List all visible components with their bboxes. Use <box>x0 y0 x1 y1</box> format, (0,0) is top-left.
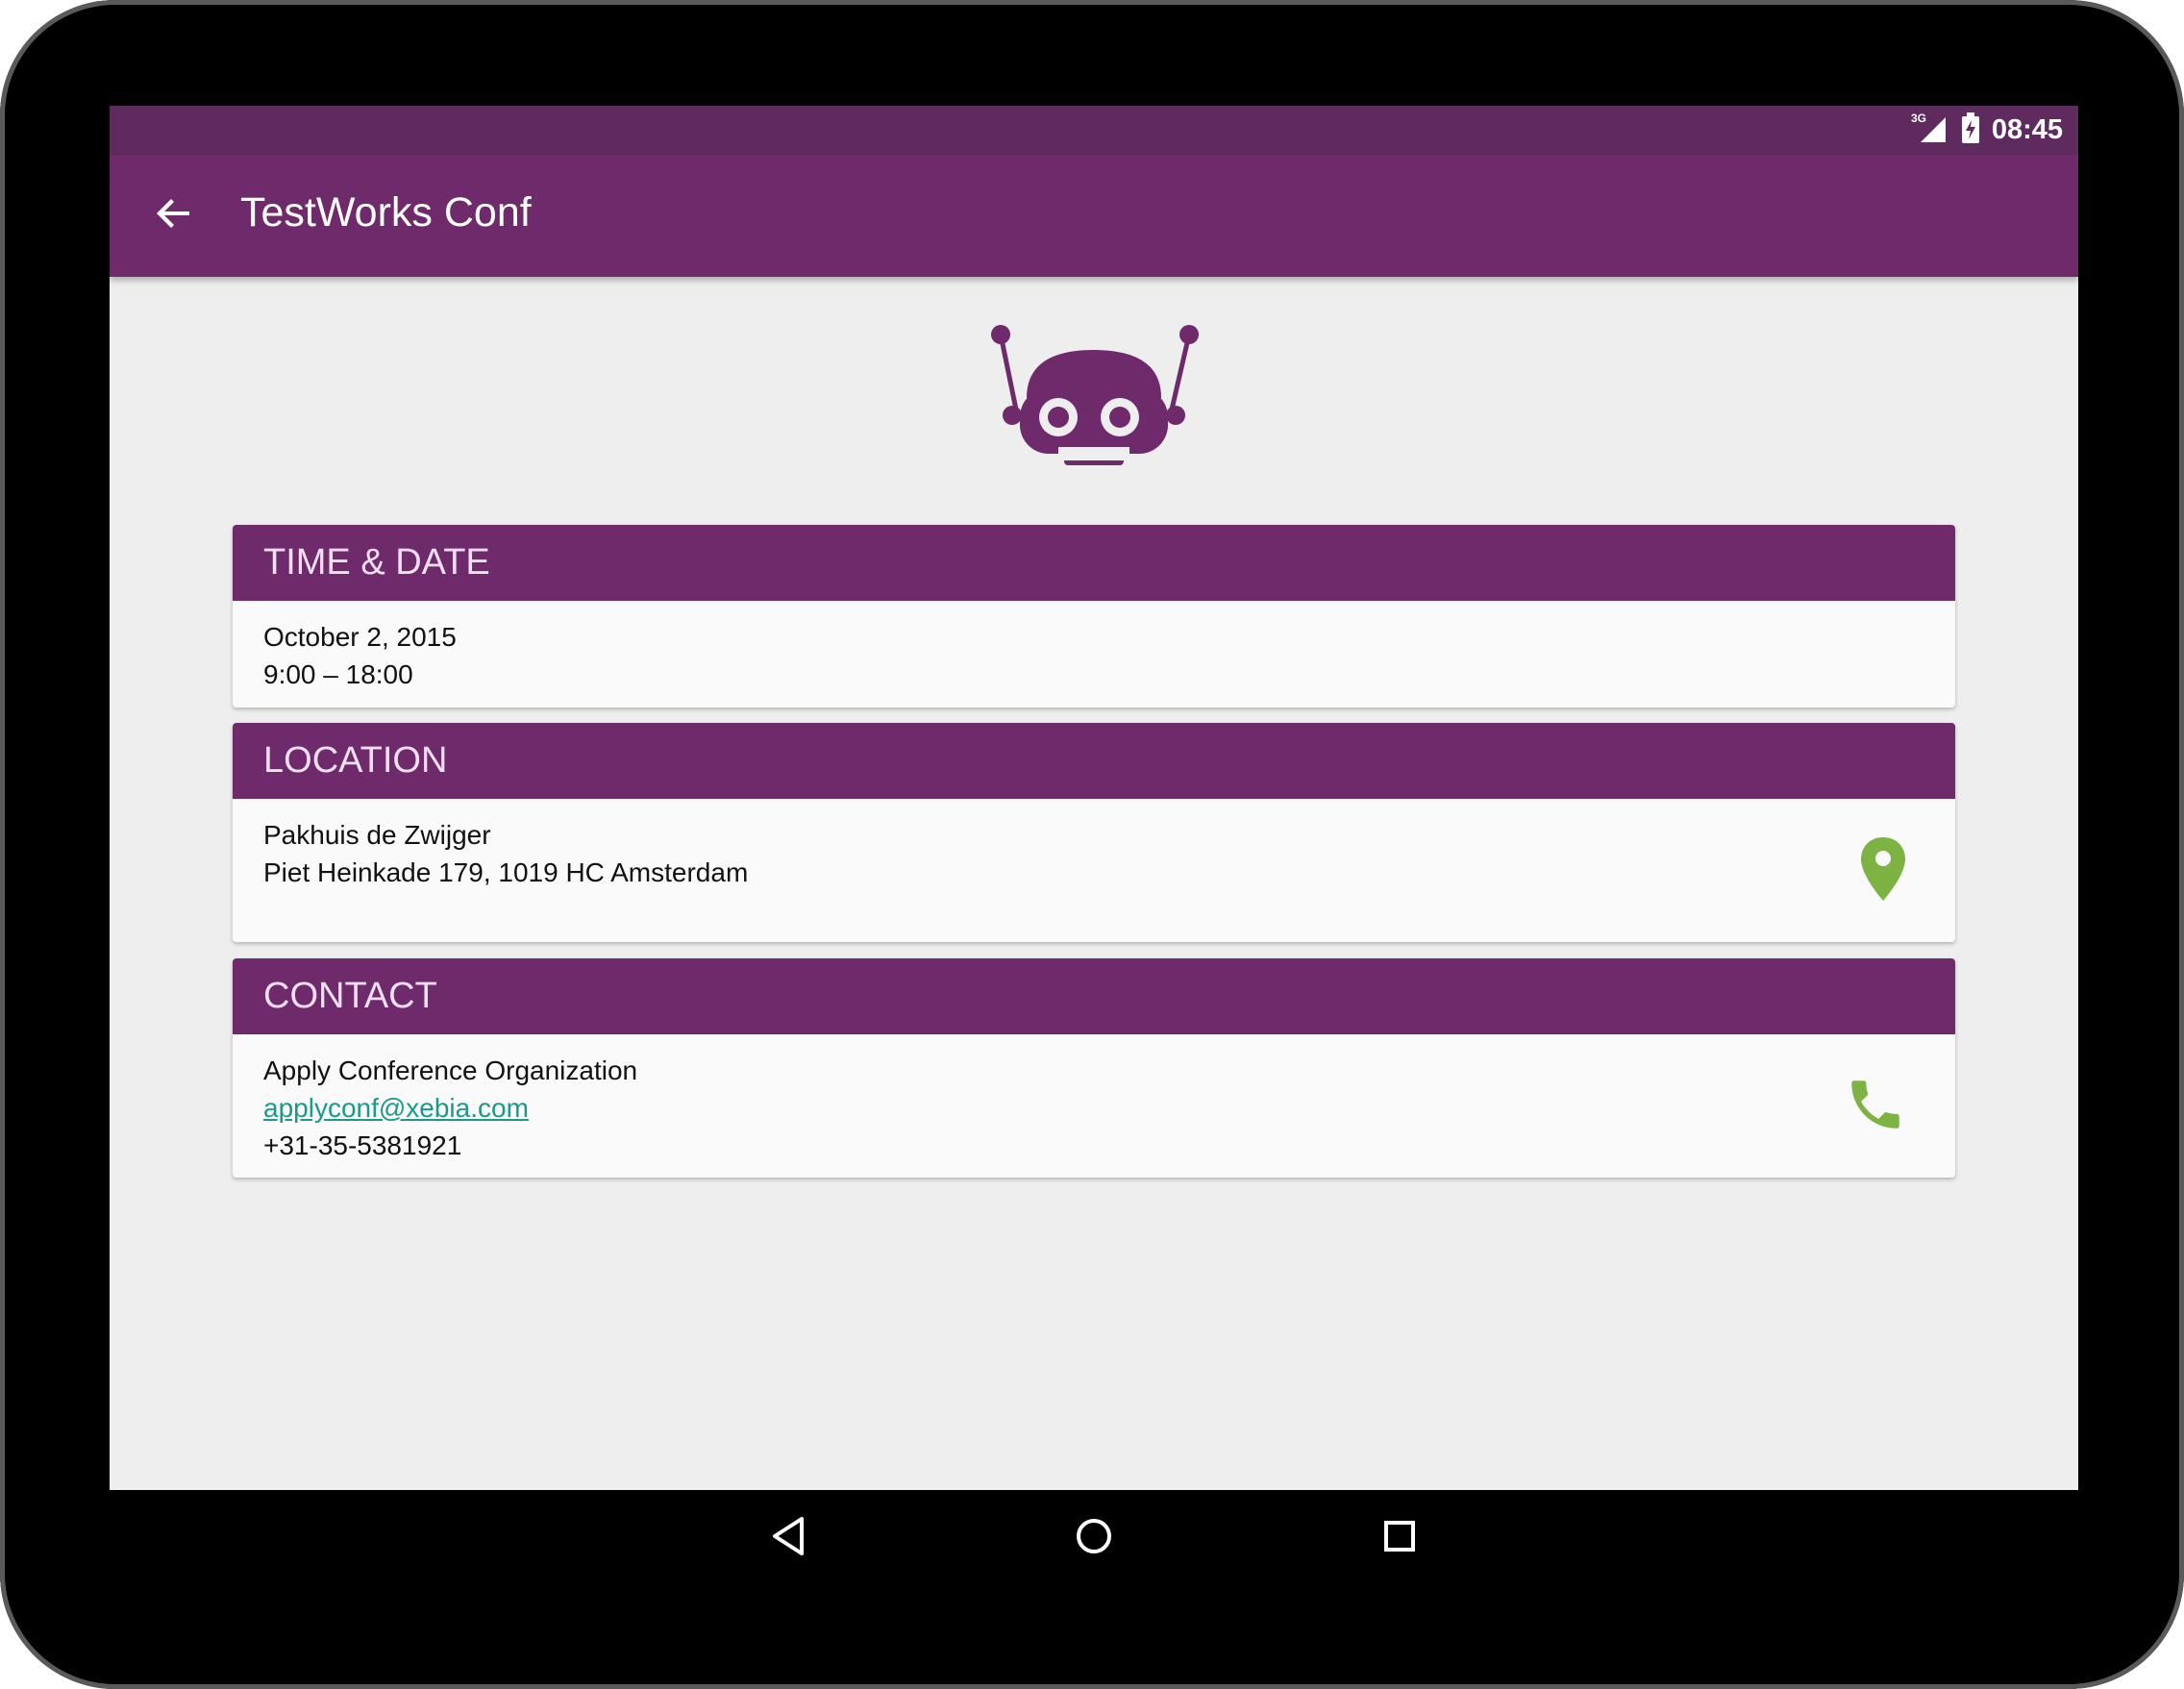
square-recents-icon <box>1380 1517 1419 1560</box>
arrow-back-icon <box>155 194 193 237</box>
contact-header: CONTACT <box>233 958 1955 1034</box>
navigation-bar <box>110 1490 2078 1586</box>
phone-icon[interactable] <box>1844 1073 1907 1146</box>
app-bar: TestWorks Conf <box>110 155 2078 277</box>
venue-address: Piet Heinkade 179, 1019 HC Amsterdam <box>263 857 749 887</box>
svg-text:3G: 3G <box>1911 112 1926 125</box>
app-title: TestWorks Conf <box>240 189 532 236</box>
contact-phone: +31-35-5381921 <box>263 1130 462 1160</box>
nav-back-button[interactable] <box>755 1504 822 1572</box>
location-header: LOCATION <box>233 723 1955 799</box>
signal-icon: 3G <box>1911 112 1949 149</box>
time-date-card: TIME & DATE October 2, 2015 9:00 – 18:00 <box>233 525 1955 708</box>
map-pin-icon[interactable] <box>1859 835 1907 912</box>
status-bar: 3G 08:45 <box>110 106 2078 155</box>
robot-logo-icon <box>981 321 1203 475</box>
location-card: LOCATION Pakhuis de Zwijger Piet Heinkad… <box>233 723 1955 942</box>
circle-home-icon <box>1073 1515 1115 1562</box>
contact-card: CONTACT Apply Conference Organization ap… <box>233 958 1955 1178</box>
contact-body: Apply Conference Organization applyconf@… <box>233 1034 1955 1178</box>
nav-recents-button[interactable] <box>1366 1504 1433 1572</box>
time-date-body: October 2, 2015 9:00 – 18:00 <box>233 601 1955 708</box>
triangle-back-icon <box>769 1515 807 1562</box>
time-date-header: TIME & DATE <box>233 525 1955 601</box>
battery-icon <box>1961 112 1980 148</box>
status-time: 08:45 <box>1991 114 2063 145</box>
status-icons: 3G 08:45 <box>1911 106 2063 155</box>
organization-name: Apply Conference Organization <box>263 1056 638 1085</box>
back-button[interactable] <box>150 191 198 239</box>
event-date: October 2, 2015 <box>263 622 457 652</box>
location-body: Pakhuis de Zwijger Piet Heinkade 179, 10… <box>233 799 1955 908</box>
contact-email-link[interactable]: applyconf@xebia.com <box>263 1093 529 1123</box>
nav-home-button[interactable] <box>1060 1504 1128 1572</box>
app-screen: 3G 08:45 TestWorks Conf TIME & DATE Octo… <box>110 106 2078 1490</box>
venue-name: Pakhuis de Zwijger <box>263 820 491 850</box>
event-time: 9:00 – 18:00 <box>263 659 413 689</box>
